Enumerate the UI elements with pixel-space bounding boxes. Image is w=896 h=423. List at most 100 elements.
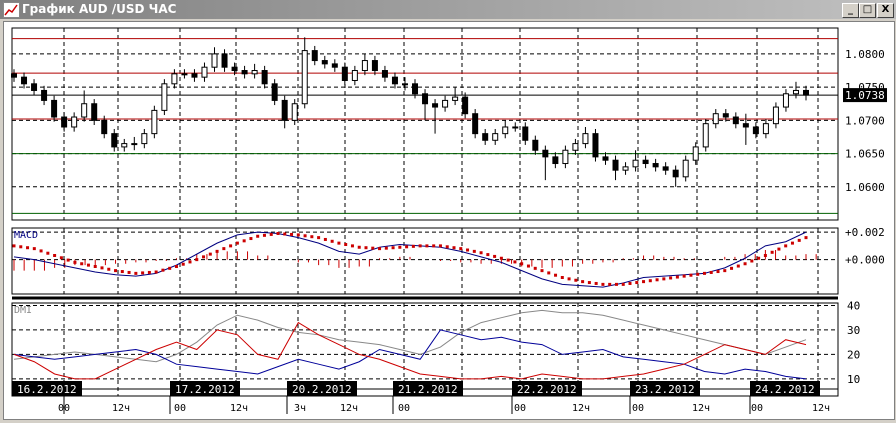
candle-body bbox=[792, 89, 799, 95]
signal-dot bbox=[790, 241, 794, 245]
dmi-tick-label: 20 bbox=[847, 348, 860, 361]
candle-body bbox=[502, 126, 509, 135]
signal-dot bbox=[493, 254, 497, 258]
candle-body bbox=[522, 126, 529, 141]
signal-dot bbox=[804, 236, 808, 240]
signal-dot bbox=[323, 237, 327, 241]
signal-dot bbox=[418, 244, 422, 248]
signal-dot bbox=[601, 282, 605, 286]
signal-dot bbox=[222, 247, 226, 251]
hour-tick-label: 00 bbox=[58, 403, 70, 414]
candle-body bbox=[141, 133, 148, 145]
signal-dot bbox=[330, 239, 334, 243]
signal-dot bbox=[757, 256, 761, 260]
candle-body bbox=[712, 113, 719, 125]
candle-body bbox=[572, 143, 579, 151]
candle-body bbox=[211, 53, 218, 68]
candle-body bbox=[612, 159, 619, 171]
signal-dot bbox=[405, 245, 409, 249]
candle-body bbox=[702, 123, 709, 148]
candle-body bbox=[782, 93, 789, 108]
signal-dot bbox=[59, 256, 63, 260]
signal-dot bbox=[466, 248, 470, 252]
price-tick-label: 1.0800 bbox=[845, 48, 885, 61]
signal-dot bbox=[39, 249, 43, 253]
signal-dot bbox=[777, 247, 781, 251]
signal-dot bbox=[134, 271, 138, 275]
signal-dot bbox=[344, 243, 348, 246]
candle-body bbox=[241, 70, 248, 75]
signal-dot bbox=[141, 271, 145, 275]
candle-body bbox=[161, 83, 168, 111]
price-tick-label: 1.0600 bbox=[845, 181, 885, 194]
signal-dot bbox=[181, 262, 185, 266]
price-tick-label: 1.0650 bbox=[845, 148, 885, 161]
signal-dot bbox=[100, 266, 104, 270]
signal-dot bbox=[411, 244, 415, 248]
signal-dot bbox=[432, 244, 436, 248]
signal-dot bbox=[357, 245, 361, 249]
signal-dot bbox=[337, 241, 341, 245]
candle-body bbox=[281, 99, 288, 121]
candle-body bbox=[682, 159, 689, 178]
signal-dot bbox=[445, 245, 449, 249]
hour-tick-label: 00 bbox=[174, 403, 186, 414]
signal-dot bbox=[743, 262, 747, 266]
candle-body bbox=[452, 96, 459, 101]
signal-dot bbox=[438, 244, 442, 248]
hour-tick-label: 00 bbox=[751, 403, 763, 414]
candle-body bbox=[151, 109, 158, 135]
signal-dot bbox=[635, 281, 639, 285]
candle-body bbox=[442, 99, 449, 108]
signal-dot bbox=[73, 260, 77, 264]
chart-canvas[interactable]: 1.08001.07501.07001.06501.06001.0738+0.0… bbox=[0, 0, 896, 423]
signal-dot bbox=[425, 244, 429, 248]
candle-body bbox=[432, 103, 439, 108]
candle-body bbox=[492, 133, 499, 141]
current-price-label: 1.0738 bbox=[845, 89, 885, 102]
signal-dot bbox=[520, 262, 524, 266]
signal-dot bbox=[32, 247, 36, 251]
signal-dot bbox=[26, 246, 30, 250]
signal-dot bbox=[378, 247, 382, 251]
signal-dot bbox=[215, 249, 219, 253]
signal-dot bbox=[53, 254, 57, 257]
candle-body bbox=[652, 163, 659, 168]
candle-body bbox=[221, 53, 228, 68]
candle-body bbox=[111, 133, 118, 148]
candle-body bbox=[121, 143, 128, 148]
signal-dot bbox=[642, 280, 646, 284]
signal-dot bbox=[398, 245, 402, 249]
hour-tick-label: 12ч bbox=[112, 403, 130, 414]
signal-dot bbox=[506, 258, 510, 262]
signal-dot bbox=[188, 260, 192, 264]
candle-body bbox=[271, 83, 278, 101]
signal-dot bbox=[80, 262, 84, 266]
signal-dot bbox=[195, 258, 199, 262]
signal-dot bbox=[262, 233, 266, 237]
candle-body bbox=[552, 156, 559, 165]
candle-body bbox=[61, 116, 68, 128]
macd-tick-label: +0.002 bbox=[845, 226, 885, 239]
signal-dot bbox=[120, 270, 124, 274]
signal-dot bbox=[750, 259, 754, 263]
candle-body bbox=[562, 149, 569, 165]
candle-body bbox=[803, 89, 809, 96]
candle-body bbox=[532, 139, 539, 151]
hour-tick-label: 3ч bbox=[294, 403, 306, 414]
signal-dot bbox=[86, 263, 90, 267]
candle-body bbox=[191, 73, 198, 78]
signal-dot bbox=[127, 270, 131, 274]
signal-dot bbox=[174, 265, 178, 268]
candle-body bbox=[542, 149, 549, 158]
candle-body bbox=[11, 73, 17, 78]
candle-body bbox=[662, 166, 669, 171]
candle-body bbox=[592, 133, 599, 158]
candle-body bbox=[672, 169, 679, 178]
candle-body bbox=[422, 93, 429, 105]
signal-dot bbox=[168, 266, 172, 270]
signal-dot bbox=[526, 264, 530, 268]
date-label: 17.2.2012 bbox=[175, 383, 235, 396]
candle-body bbox=[101, 119, 108, 135]
signal-dot bbox=[161, 268, 165, 272]
